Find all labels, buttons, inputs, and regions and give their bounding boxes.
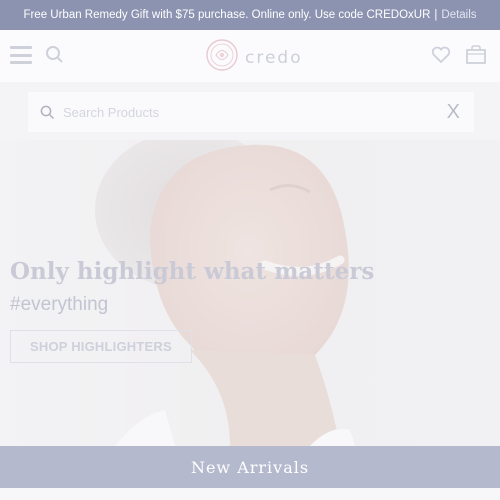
heart-icon[interactable] — [431, 46, 451, 64]
search-box: X — [28, 92, 474, 132]
search-clear-button[interactable]: X — [447, 101, 460, 124]
new-arrivals-banner[interactable]: New Arrivals — [0, 446, 500, 488]
bottom-strip — [0, 488, 500, 500]
hamburger-menu-icon[interactable] — [10, 46, 32, 64]
search-input[interactable] — [63, 104, 423, 120]
promo-details-link[interactable]: Details — [441, 9, 476, 21]
promo-separator: | — [434, 9, 438, 21]
search-icon[interactable] — [45, 45, 65, 65]
hero-image — [0, 140, 500, 446]
hero-banner[interactable]: Only highlight what matters #everything … — [0, 140, 500, 446]
promo-message: Free Urban Remedy Gift with $75 purchase… — [23, 9, 431, 21]
hero-tagline: #everything — [10, 294, 109, 315]
search-row: X — [0, 82, 500, 140]
shop-highlighters-button[interactable]: SHOP HIGHLIGHTERS — [10, 330, 192, 363]
shopping-bag-icon[interactable] — [465, 45, 487, 65]
search-icon — [40, 105, 55, 119]
promo-bar: Free Urban Remedy Gift with $75 purchase… — [0, 0, 500, 30]
new-arrivals-label: New Arrivals — [190, 457, 310, 477]
logo-text: credo — [245, 48, 303, 68]
site-header: credo — [0, 30, 500, 82]
logo-mark-icon — [206, 39, 238, 71]
hero-title: Only highlight what matters — [10, 258, 375, 285]
logo[interactable]: credo — [205, 38, 303, 72]
